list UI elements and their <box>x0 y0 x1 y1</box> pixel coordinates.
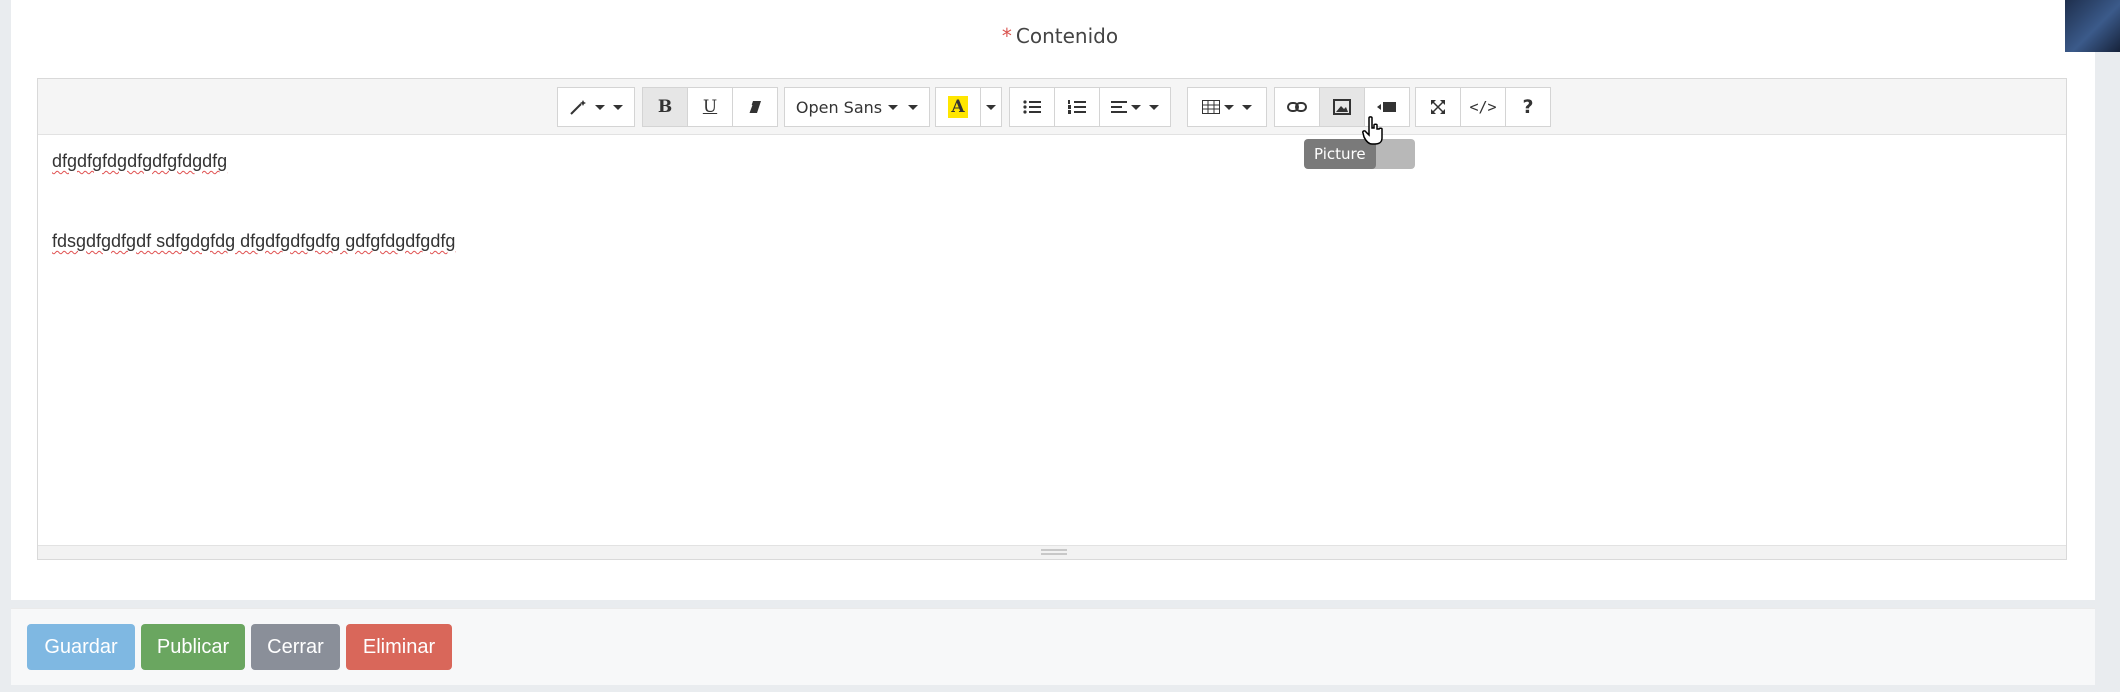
bullet-list-icon <box>1023 100 1041 114</box>
chevron-down-icon <box>1224 104 1234 110</box>
style-group <box>557 87 635 127</box>
save-button[interactable]: Guardar <box>27 624 135 670</box>
editor-toolbar: B U Open Sans A </> ? <box>38 79 2066 135</box>
eraser-icon <box>747 100 763 114</box>
help-button[interactable]: ? <box>1505 87 1551 127</box>
field-label: * Contenido <box>0 24 2120 48</box>
chevron-down-icon <box>888 104 899 110</box>
chevron-down-icon <box>1131 104 1141 110</box>
table-dropdown-button[interactable] <box>1187 87 1267 127</box>
insert-group <box>1274 87 1410 127</box>
field-label-text: Contenido <box>1015 24 1119 48</box>
code-view-button[interactable]: </> <box>1460 87 1506 127</box>
clear-format-button[interactable] <box>732 87 778 127</box>
fullscreen-icon <box>1430 99 1446 115</box>
para-group <box>1009 87 1171 127</box>
editor-resize-bar[interactable] <box>38 545 2066 559</box>
font-name-label: Open Sans <box>795 97 883 117</box>
editor-content[interactable]: dfgdfgfdgdfgdfgfdgdfg fdsgdfgdfgdf sdfgd… <box>52 149 455 253</box>
color-group: A <box>935 87 1002 127</box>
fullscreen-button[interactable] <box>1415 87 1461 127</box>
table-icon <box>1202 100 1220 114</box>
required-mark: * <box>1001 24 1012 48</box>
paragraph-align-dropdown[interactable] <box>1099 87 1171 127</box>
ordered-list-button[interactable] <box>1054 87 1100 127</box>
font-name-dropdown[interactable]: Open Sans <box>784 87 930 127</box>
underline-button[interactable]: U <box>687 87 733 127</box>
font-style-group: B U <box>642 87 778 127</box>
publish-button[interactable]: Publicar <box>141 624 245 670</box>
link-icon <box>1287 101 1307 113</box>
delete-button[interactable]: Eliminar <box>346 624 452 670</box>
highlight-icon: A <box>948 96 968 118</box>
picture-icon <box>1333 99 1351 115</box>
table-group <box>1187 87 1267 127</box>
video-icon <box>1377 101 1397 113</box>
chevron-down-icon <box>1149 104 1159 110</box>
align-left-icon <box>1111 101 1127 113</box>
magic-wand-icon <box>569 98 591 116</box>
chevron-down-icon <box>613 104 623 110</box>
close-button[interactable]: Cerrar <box>251 624 340 670</box>
content-line-2: fdsgdfgdfgdf sdfgdgfdg dfgdfgdfgdfg gdfg… <box>52 231 456 251</box>
hand-cursor-icon <box>1362 116 1384 150</box>
content-line-1: dfgdfgfdgdfgdfgfdgdfg <box>52 151 228 171</box>
chevron-down-icon <box>1242 104 1252 110</box>
unordered-list-button[interactable] <box>1009 87 1055 127</box>
chevron-down-icon <box>908 104 919 110</box>
link-button[interactable] <box>1274 87 1320 127</box>
chevron-down-icon <box>986 104 996 110</box>
color-dropdown-button[interactable] <box>980 87 1002 127</box>
font-name-group: Open Sans <box>784 87 930 127</box>
picture-button[interactable] <box>1319 87 1365 127</box>
rich-text-editor: B U Open Sans A </> ? dfgdfgfdgdfgdfgfdg… <box>37 78 2067 560</box>
bold-button[interactable]: B <box>642 87 688 127</box>
chevron-down-icon <box>595 104 605 110</box>
style-dropdown-button[interactable] <box>557 87 635 127</box>
numbered-list-icon <box>1068 100 1086 114</box>
resize-grip-icon[interactable] <box>1041 549 1067 555</box>
misc-group: </> ? <box>1415 87 1551 127</box>
highlight-color-button[interactable]: A <box>935 87 981 127</box>
